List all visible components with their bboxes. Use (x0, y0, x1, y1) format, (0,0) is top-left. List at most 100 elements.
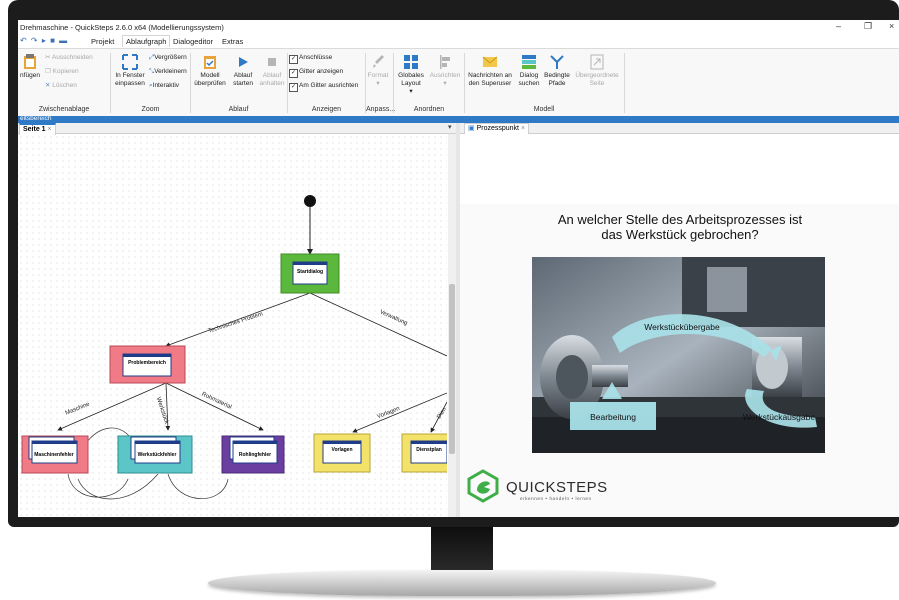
stop-flow-button[interactable]: Ablauf anhalten (258, 54, 286, 88)
paste-button[interactable]: nfügen (18, 54, 42, 80)
node-blank-error[interactable]: Rohlingfehler (221, 435, 285, 474)
close-button[interactable]: × (889, 21, 894, 31)
quick-access-toolbar[interactable]: ↶ ↷ ▸ ■ ▬ (20, 36, 68, 45)
tab-extras[interactable]: Extras (222, 37, 243, 46)
graph-canvas[interactable]: Technisches Problem Verwaltung Maschine … (18, 134, 447, 517)
connections-label: Anschlüsse (299, 54, 333, 61)
graph-scrollbar-thumb[interactable] (449, 284, 455, 454)
tab-projekt[interactable]: Projekt (91, 37, 114, 46)
slide: An welcher Stelle des Arbeitsprozesses i… (460, 204, 899, 517)
start-flow-button[interactable]: Ablauf starten (230, 54, 256, 88)
messages-label-1: Nachrichten an (468, 72, 512, 79)
group-clipboard: Zwischenablage (38, 106, 90, 113)
check-label-1: Modell (200, 72, 220, 79)
grid-label: Gitter anzeigen (299, 68, 344, 75)
search-dialog-icon (522, 55, 536, 69)
group-flow: Ablauf (228, 106, 249, 113)
tab-seite-1-label: Seite 1 (23, 126, 46, 133)
paste-label: nfügen (20, 72, 40, 79)
quicksteps-logo-icon (467, 469, 499, 503)
align-button[interactable]: Ausrichten ▾ (428, 54, 462, 88)
snap-label: Am Gitter ausrichten (299, 82, 359, 89)
app-window: Drehmaschine - QuickSteps 2.6.0 x64 (Mod… (18, 20, 899, 517)
ribbon-separator (624, 53, 625, 113)
check-icon: ✓ (289, 69, 298, 78)
window-title: Drehmaschine - QuickSteps 2.6.0 x64 (Mod… (20, 23, 224, 32)
process-icon: ▣ (468, 125, 475, 132)
node-workpiece-error[interactable]: Werkstückfehler (117, 435, 193, 474)
messages-superuser-button[interactable]: Nachrichten an den Superuser (465, 54, 515, 88)
slide-question: An welcher Stelle des Arbeitsprozesses i… (500, 212, 860, 242)
node-machine-error[interactable]: Maschinenfehler (21, 435, 89, 474)
check-icon: ✓ (289, 55, 298, 64)
parent-label-2: Seite (589, 80, 605, 87)
flow-graph: Technisches Problem Verwaltung Maschine … (21, 195, 447, 500)
brush-icon (373, 55, 384, 68)
tab-ablaufgraph[interactable]: Ablaufgraph (122, 35, 171, 47)
tab-prozesspunkt-label: Prozesspunkt (476, 125, 519, 132)
pin-dropdown-icon[interactable]: ▾ (448, 123, 452, 131)
scissors-icon: ✂ (45, 54, 51, 61)
enlarge-label: Vergrößern (154, 54, 187, 61)
start-label-1: Ablauf (233, 72, 253, 79)
label-transfer: Werkstückübergabe (644, 322, 720, 332)
grid-checkbox[interactable]: ✓ Gitter anzeigen (289, 68, 343, 78)
cut-label: Ausschneiden (51, 54, 93, 61)
tab-dialogeditor[interactable]: Dialogeditor (173, 37, 213, 46)
node-schedule[interactable]: Dienstplan (401, 433, 447, 473)
conditional-label-2: Pfade (548, 80, 566, 87)
workspace-bar: eitsbereich (18, 115, 899, 123)
lathe-illustration: Werkstückübergabe Bearbeitung Werkstücka… (532, 257, 825, 453)
node-templates[interactable]: Vorlagen (313, 433, 371, 473)
global-layout-button[interactable]: Globales Layout ▾ (395, 54, 427, 96)
edge-label-admin: Verwaltung (379, 309, 409, 327)
node-problem[interactable]: Problembereich (109, 345, 186, 384)
check-icon: ✓ (289, 83, 298, 92)
shrink-button[interactable]: ⤡Verkleinern (149, 68, 187, 76)
edge-templates (352, 392, 447, 433)
envelope-icon (482, 56, 498, 67)
shrink-label: Verkleinern (154, 68, 187, 75)
branch-icon (550, 55, 564, 69)
copy-label: Kopieren (52, 68, 79, 75)
node-start[interactable]: Startdialog (280, 253, 340, 294)
process-tabstrip: ▣ Prozesspunkt × (460, 123, 899, 134)
check-model-button[interactable]: Modell überprüfen (191, 54, 229, 88)
restore-button[interactable]: ❐ (864, 21, 872, 32)
start-node[interactable] (304, 195, 316, 207)
conditional-paths-button[interactable]: Bedingte Pfade (542, 54, 572, 88)
parent-page-button[interactable]: Übergeordnete Seite (573, 54, 621, 88)
fit-window-button[interactable]: In Fenster einpassen (113, 54, 147, 88)
copy-button[interactable]: ❐ Kopieren (45, 68, 79, 76)
close-icon[interactable]: × (521, 125, 525, 132)
interactive-zoom-button[interactable]: ⌕Interaktiv (149, 82, 179, 90)
global-layout-label-1: Globales (398, 72, 424, 79)
fit-window-icon (122, 54, 138, 70)
ribbon: nfügen ✂ Ausschneiden ❐ Kopieren ✕ Lösch… (18, 48, 899, 118)
parent-page-icon (590, 54, 604, 70)
fit-window-label-2: einpassen (115, 80, 145, 87)
ribbon-separator (393, 53, 394, 113)
cut-button[interactable]: ✂ Ausschneiden (45, 54, 93, 62)
tab-prozesspunkt[interactable]: ▣ Prozesspunkt × (464, 123, 530, 134)
minimize-button[interactable]: – (836, 21, 841, 31)
align-label: Ausrichten (429, 72, 461, 79)
quicksteps-tagline: erkennen • handeln • lernen (520, 496, 592, 501)
lathe-photo[interactable]: Werkstückübergabe Bearbeitung Werkstücka… (532, 257, 825, 453)
group-model: Modell (533, 106, 555, 113)
graph-pane: Seite 1 × ▾ Technisches Problem Verwaltu… (18, 123, 456, 517)
graph-scrollbar[interactable] (448, 134, 456, 517)
ribbon-separator (110, 53, 111, 113)
format-button[interactable]: Format ▾ (367, 54, 389, 88)
find-dialog-button[interactable]: Dialog suchen (517, 54, 541, 88)
dialog-label-1: Dialog (519, 72, 539, 79)
node-problem-label: Problembereich (128, 360, 166, 366)
connections-checkbox[interactable]: ✓ Anschlüsse (289, 54, 332, 64)
dialog-label-2: suchen (518, 80, 540, 87)
clipboard-icon (24, 54, 36, 69)
slide-header-area (460, 134, 899, 204)
delete-button[interactable]: ✕ Löschen (45, 82, 77, 90)
close-icon[interactable]: × (48, 126, 52, 133)
snap-grid-checkbox[interactable]: ✓ Am Gitter ausrichten (289, 82, 358, 92)
enlarge-button[interactable]: ⤢Vergrößern (149, 54, 187, 62)
